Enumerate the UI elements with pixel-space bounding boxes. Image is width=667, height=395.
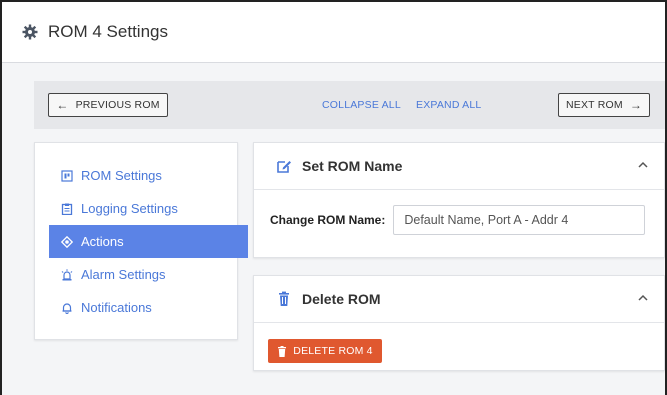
edit-icon	[276, 158, 292, 174]
trash-icon	[277, 345, 287, 357]
panel-title: Delete ROM	[302, 291, 381, 307]
expand-all-button[interactable]: EXPAND ALL	[416, 99, 481, 111]
bell-icon	[61, 302, 73, 314]
arrow-left-icon: ←	[56, 98, 69, 112]
delete-rom-header[interactable]: Delete ROM	[254, 276, 664, 323]
trash-icon	[276, 291, 292, 307]
clipboard-icon	[61, 203, 73, 215]
chevron-up-icon[interactable]	[636, 291, 650, 305]
delete-rom-button[interactable]: DELETE ROM 4	[268, 339, 382, 363]
target-icon	[60, 235, 74, 248]
alarm-light-icon	[61, 268, 73, 281]
previous-rom-button[interactable]: ← PREVIOUS ROM	[48, 93, 168, 117]
sidebar-item-label: Alarm Settings	[81, 267, 166, 282]
settings-sidebar: ROM Settings Logging Settings Actions Al…	[34, 142, 248, 340]
panel-title: Set ROM Name	[302, 158, 403, 174]
delete-rom-label: DELETE ROM 4	[293, 345, 373, 357]
sidebar-item-notifications[interactable]: Notifications	[49, 291, 248, 324]
rom-navigation-bar: ← PREVIOUS ROM COLLAPSE ALL EXPAND ALL N…	[34, 81, 665, 129]
rom-name-label: Change ROM Name:	[270, 213, 386, 227]
sidebar-item-label: ROM Settings	[81, 168, 162, 183]
delete-rom-panel: Delete ROM DELETE ROM 4	[253, 275, 665, 371]
arrow-right-icon: →	[629, 98, 643, 112]
set-rom-name-header[interactable]: Set ROM Name	[254, 143, 664, 190]
sidebar-item-label: Actions	[81, 234, 124, 249]
title-bar: ROM 4 Settings	[2, 2, 665, 63]
app-frame: ROM 4 Settings ← PREVIOUS ROM COLLAPSE A…	[0, 0, 667, 395]
gear-icon	[22, 24, 38, 40]
sidebar-item-label: Logging Settings	[81, 201, 178, 216]
sidebar-item-label: Notifications	[81, 300, 152, 315]
rom-name-input[interactable]	[393, 205, 646, 235]
sidebar-item-rom-settings[interactable]: ROM Settings	[49, 159, 248, 192]
next-rom-label: NEXT ROM	[565, 99, 623, 111]
chevron-up-icon[interactable]	[636, 158, 650, 172]
sidebar-item-actions[interactable]: Actions	[49, 225, 248, 258]
sidebar-item-alarm-settings[interactable]: Alarm Settings	[49, 258, 248, 291]
next-rom-button[interactable]: NEXT ROM →	[558, 93, 650, 117]
collapse-all-button[interactable]: COLLAPSE ALL	[322, 99, 401, 111]
page-title: ROM 4 Settings	[48, 22, 168, 41]
rom-chip-icon	[61, 169, 73, 182]
rom-name-row: Change ROM Name:	[270, 205, 646, 235]
set-rom-name-panel: Set ROM Name Change ROM Name:	[253, 142, 665, 258]
previous-rom-label: PREVIOUS ROM	[75, 99, 160, 111]
sidebar-item-logging-settings[interactable]: Logging Settings	[49, 192, 248, 225]
